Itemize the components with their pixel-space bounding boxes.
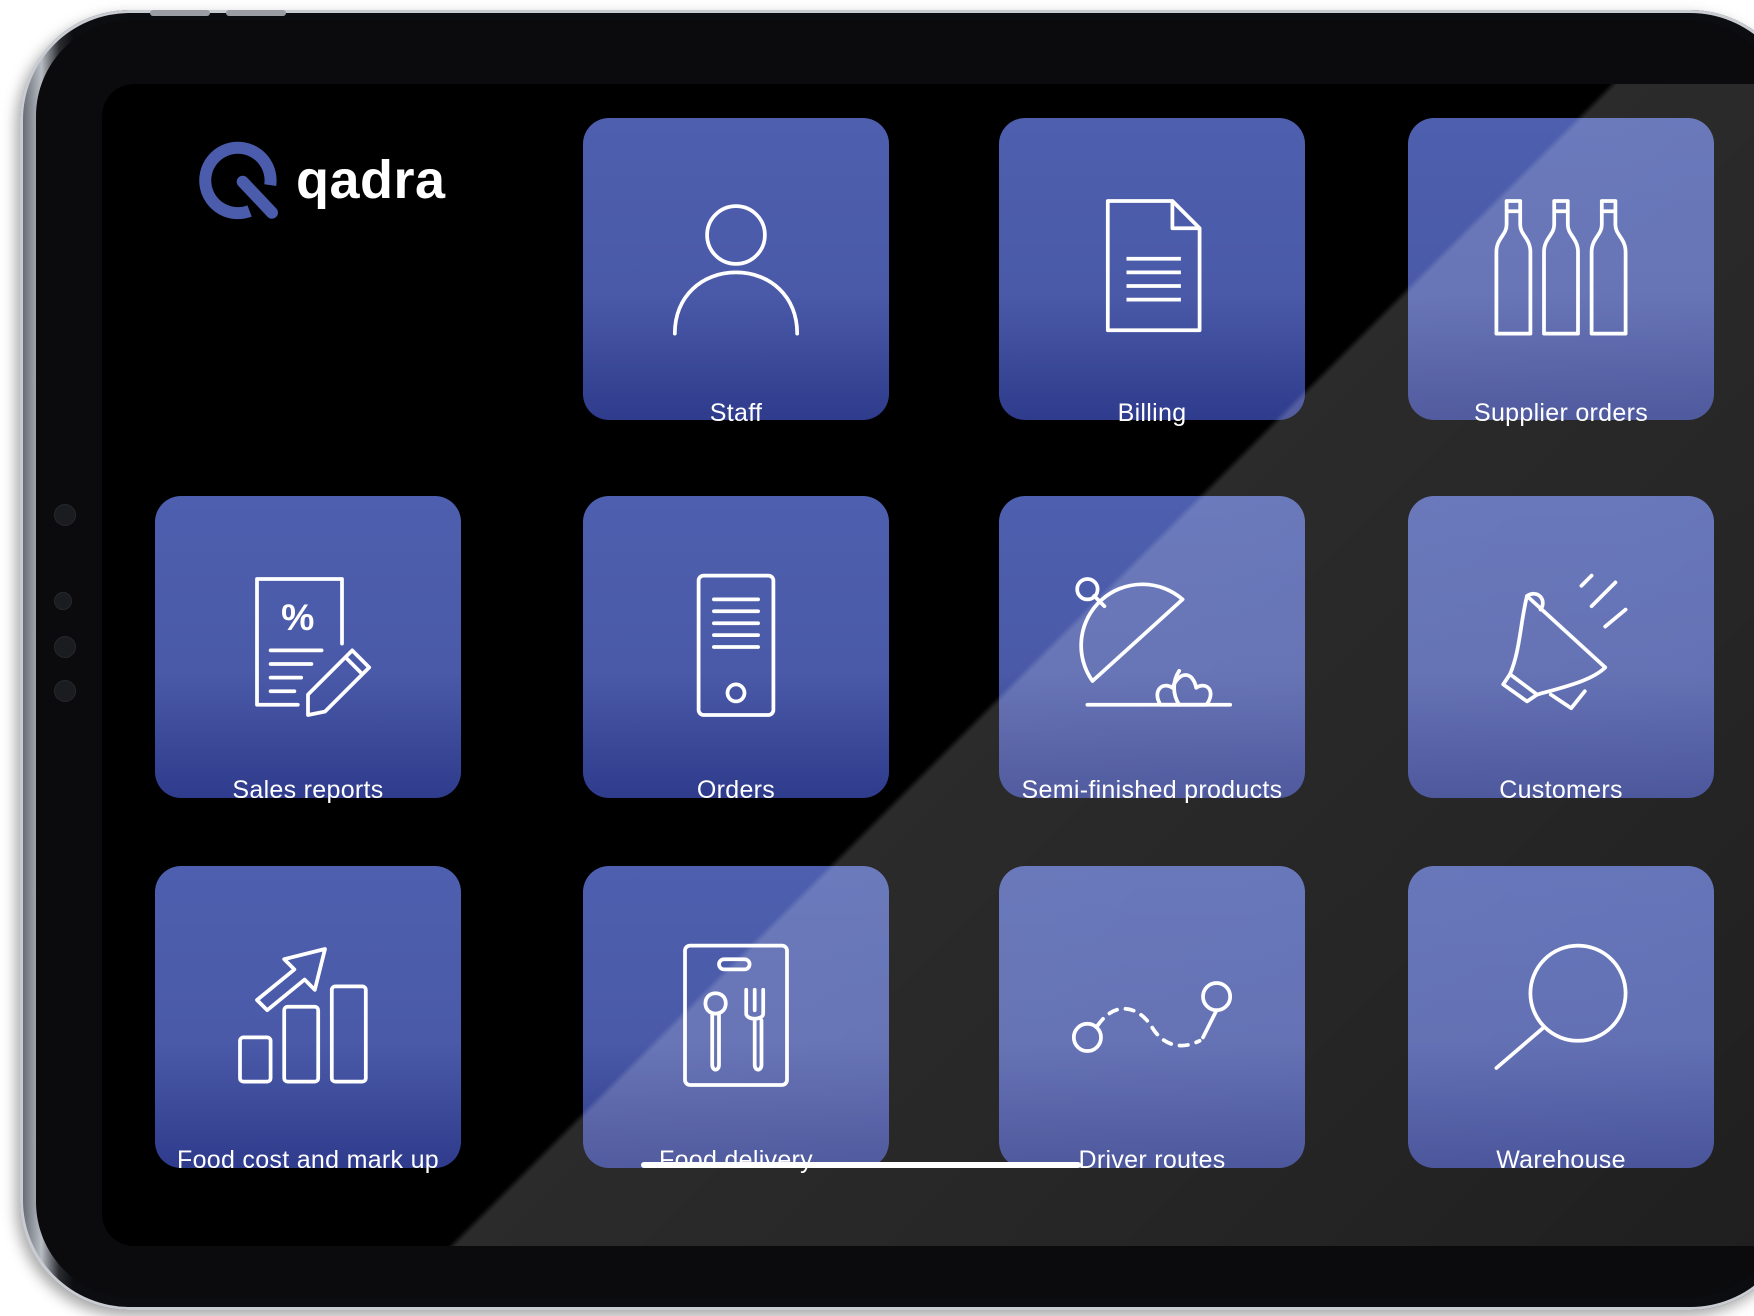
qadra-logo-icon bbox=[199, 141, 278, 220]
top-button bbox=[150, 10, 210, 16]
tile-sales-reports[interactable]: % bbox=[155, 496, 461, 798]
camera-dot bbox=[54, 636, 76, 658]
tile-driver-routes-label: Driver routes bbox=[1078, 1146, 1226, 1174]
tile-customers[interactable] bbox=[1408, 496, 1714, 798]
svg-text:%: % bbox=[281, 596, 314, 638]
home-indicator[interactable] bbox=[641, 1162, 1081, 1168]
camera-dot bbox=[54, 504, 76, 526]
tile-sales-reports-label: Sales reports bbox=[232, 776, 384, 804]
app-name: qadra bbox=[296, 150, 446, 210]
tile-semi-finished-products-label: Semi-finished products bbox=[1021, 776, 1283, 804]
tile-warehouse-label: Warehouse bbox=[1496, 1146, 1626, 1174]
tile-food-cost[interactable] bbox=[155, 866, 461, 1168]
top-button bbox=[226, 10, 286, 16]
tile-food-cost-label: Food cost and mark up bbox=[177, 1146, 439, 1174]
camera-dot bbox=[54, 592, 72, 610]
magnifier-icon bbox=[1494, 943, 1628, 1070]
percent-report-icon: % bbox=[255, 577, 372, 717]
tile-food-delivery[interactable] bbox=[583, 866, 889, 1168]
tile-billing-label: Billing bbox=[1117, 399, 1187, 427]
tile-warehouse[interactable] bbox=[1408, 866, 1714, 1168]
tile-supplier-orders[interactable] bbox=[1408, 118, 1714, 420]
tile-staff-label: Staff bbox=[709, 399, 763, 427]
route-icon bbox=[1071, 981, 1233, 1053]
tile-driver-routes[interactable] bbox=[999, 866, 1305, 1168]
camera-dot bbox=[54, 680, 76, 702]
tile-staff[interactable] bbox=[583, 118, 889, 420]
tile-supplier-orders-label: Supplier orders bbox=[1473, 399, 1649, 427]
cutlery-box-icon bbox=[683, 943, 789, 1087]
tile-food-delivery-label: Food delivery bbox=[659, 1146, 813, 1174]
growth-chart-icon bbox=[238, 947, 368, 1084]
mobile-device-icon bbox=[696, 573, 776, 717]
tile-billing[interactable] bbox=[999, 118, 1305, 420]
document-icon bbox=[1105, 199, 1202, 333]
person-icon bbox=[672, 204, 800, 336]
tile-orders[interactable] bbox=[583, 496, 889, 798]
cloche-icon bbox=[1075, 577, 1233, 707]
tile-customers-label: Customers bbox=[1499, 776, 1623, 804]
tile-semi-finished-products[interactable] bbox=[999, 496, 1305, 798]
app-logo: qadra bbox=[198, 130, 446, 230]
tablet-frame: qadra Staff Billing Supplier orders % Sa… bbox=[20, 10, 1754, 1310]
tablet-bezel: qadra Staff Billing Supplier orders % Sa… bbox=[36, 20, 1754, 1298]
megaphone-icon bbox=[1501, 573, 1628, 711]
tile-orders-label: Orders bbox=[696, 776, 776, 804]
bottles-icon bbox=[1494, 199, 1628, 336]
screen: qadra Staff Billing Supplier orders % Sa… bbox=[102, 84, 1754, 1246]
